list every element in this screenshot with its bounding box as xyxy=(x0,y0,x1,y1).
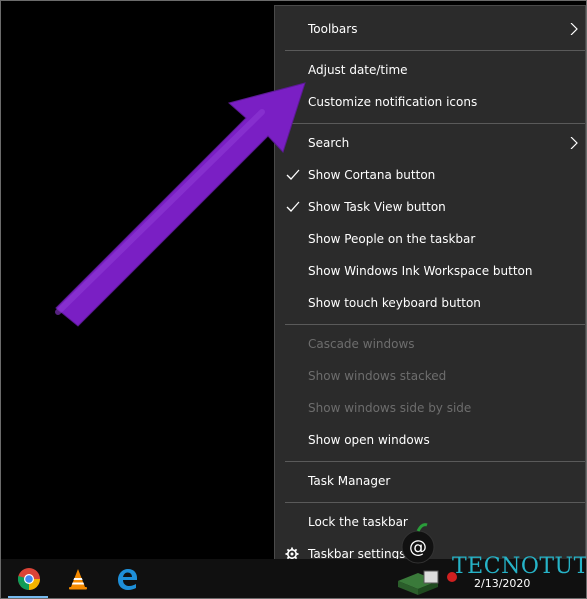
svg-text:@: @ xyxy=(409,537,427,558)
watermark-text: TECNOTUTO xyxy=(452,554,587,579)
annotation-arrow xyxy=(55,82,306,327)
